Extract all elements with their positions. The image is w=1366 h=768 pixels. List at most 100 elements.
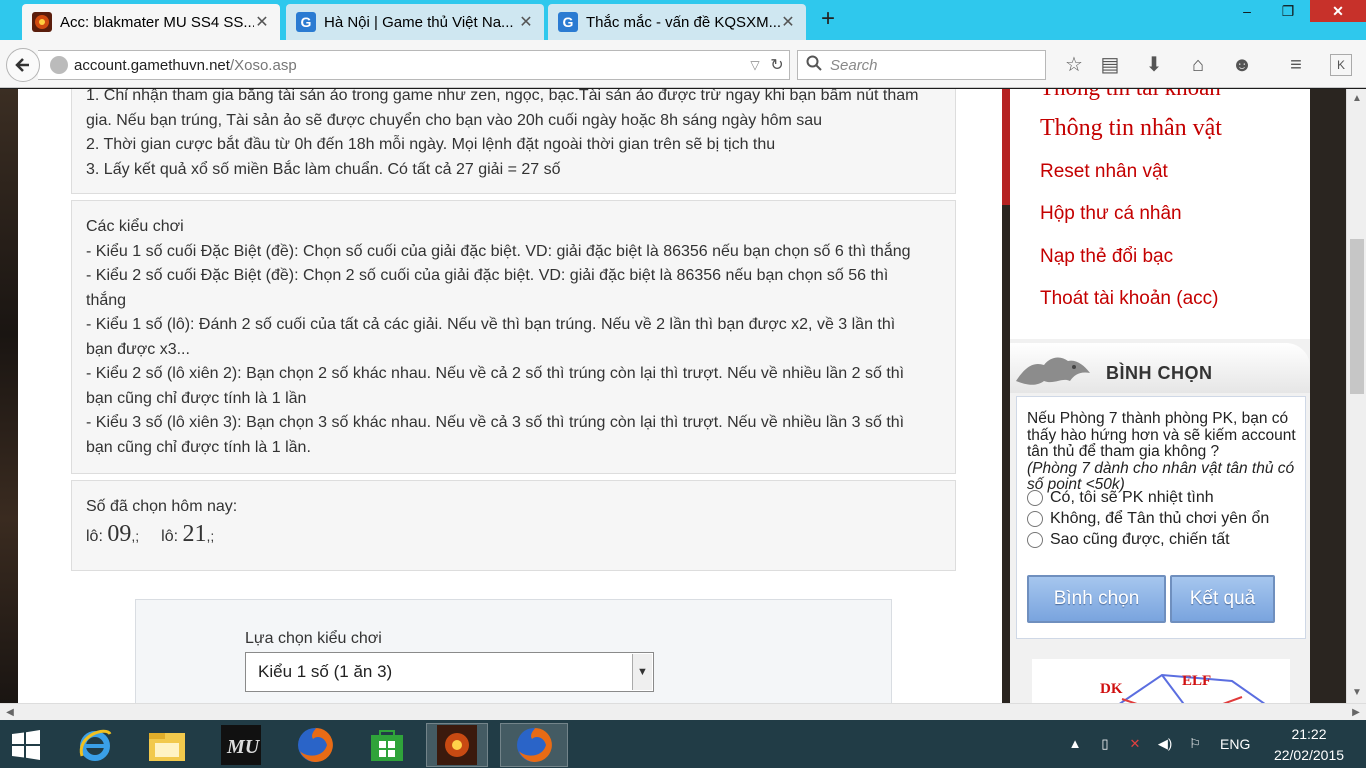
radio-button[interactable]	[1027, 511, 1043, 527]
reading-list-icon[interactable]: ▤	[1096, 52, 1124, 78]
poll-note: (Phòng 7 dành cho nhân vật tân thủ có số…	[1027, 459, 1295, 493]
addon-k-icon[interactable]: K	[1330, 54, 1352, 76]
poll-panel: BÌNH CHỌN Nếu Phòng 7 thành phòng PK, bạ…	[1010, 339, 1310, 703]
poll-option-yes[interactable]: Có, tôi sẽ PK nhiệt tình	[1027, 489, 1214, 507]
scroll-left-icon[interactable]: ◀	[0, 704, 20, 721]
radio-button[interactable]	[1027, 490, 1043, 506]
radio-button[interactable]	[1027, 532, 1043, 548]
right-sidebar: Thông tin tài khoản Thông tin nhân vật R…	[1002, 89, 1346, 703]
input-language[interactable]: ENG	[1220, 736, 1250, 752]
play-type-line: bạn cũng chỉ được tính là 1 lần	[86, 389, 307, 407]
url-history-dropdown-icon[interactable]: ▽	[745, 58, 765, 72]
search-icon	[802, 55, 826, 75]
horizontal-scrollbar[interactable]: ◀ ▶	[0, 703, 1366, 720]
system-tray: ▲ ▯ ✕ ◀) ⚐ ENG 21:22 22/02/2015	[1060, 720, 1366, 768]
tab-close-icon[interactable]: ✕	[254, 12, 270, 32]
tab-blakmater[interactable]: Acc: blakmater MU SS4 SS... ✕	[22, 4, 280, 40]
poll-option-no[interactable]: Không, để Tân thủ chơi yên ổn	[1027, 510, 1269, 528]
dragon-icon	[1016, 357, 1090, 385]
poll-option-any[interactable]: Sao cũng được, chiến tất	[1027, 531, 1230, 549]
chevron-down-icon[interactable]: ▼	[632, 654, 652, 690]
internet-explorer-icon[interactable]	[64, 723, 126, 767]
new-tab-button[interactable]: +	[814, 6, 842, 34]
menu-item-logout[interactable]: Thoát tài khoản (acc)	[1040, 288, 1218, 310]
mu-launcher-icon[interactable]	[426, 723, 488, 767]
poll-box: Nếu Phòng 7 thành phòng PK, bạn có thấy …	[1016, 396, 1306, 639]
maximize-button[interactable]: ❐	[1266, 0, 1310, 22]
play-type-select[interactable]: Kiểu 1 số (1 ăn 3) ▼	[245, 652, 654, 692]
menu-item-mailbox[interactable]: Hộp thư cá nhân	[1040, 203, 1182, 225]
action-center-icon[interactable]: ⚐	[1184, 734, 1206, 754]
search-box[interactable]: Search	[797, 50, 1046, 80]
clock-time[interactable]: 21:22	[1274, 726, 1344, 742]
back-button[interactable]	[6, 48, 40, 82]
file-explorer-icon[interactable]	[136, 723, 198, 767]
play-types-heading: Các kiểu chơi	[86, 218, 184, 235]
account-menu: Thông tin tài khoản Thông tin nhân vật R…	[1010, 89, 1310, 339]
picked-number: 09	[107, 520, 132, 547]
tab-hanoi[interactable]: G Hà Nội | Game thủ Việt Na... ✕	[286, 4, 544, 40]
rules-line: 3. Lấy kết quả xổ số miền Bắc làm chuẩn.…	[86, 160, 561, 178]
windows-taskbar: MU ▲ ▯ ✕ ◀) ⚐ ENG 21:22 22/02/2015	[0, 720, 1366, 768]
play-type-line: thắng	[86, 291, 127, 309]
scroll-up-icon[interactable]: ▲	[1347, 89, 1366, 109]
play-type-label: Lựa chọn kiểu chơi	[245, 630, 382, 647]
poll-header: BÌNH CHỌN	[1010, 343, 1310, 393]
menu-item-account-info[interactable]: Thông tin tài khoản	[1040, 89, 1221, 101]
navigation-toolbar: account.gamethuvn.net/Xoso.asp ▽ ↻ Searc…	[0, 40, 1366, 88]
scroll-right-icon[interactable]: ▶	[1346, 704, 1366, 721]
picked-heading: Số đã chọn hôm nay:	[86, 498, 238, 515]
bet-form: Lựa chọn kiểu chơi Kiểu 1 số (1 ăn 3) ▼	[135, 599, 892, 703]
tab-close-icon[interactable]: ✕	[518, 12, 534, 32]
menu-item-reset-character[interactable]: Reset nhân vật	[1040, 161, 1168, 183]
play-type-line: - Kiểu 2 số cuối Đặc Biệt (đề): Chọn 2 s…	[86, 267, 889, 284]
vertical-scrollbar[interactable]: ▲ ▼	[1346, 89, 1366, 703]
volume-icon[interactable]: ◀)	[1154, 734, 1176, 754]
site-identity-icon[interactable]	[50, 56, 68, 74]
poll-question: Nếu Phòng 7 thành phòng PK, bạn có thấy …	[1027, 410, 1296, 493]
menu-item-character-info[interactable]: Thông tin nhân vật	[1040, 115, 1222, 142]
windows-store-icon[interactable]	[356, 723, 418, 767]
tab-close-icon[interactable]: ✕	[780, 12, 796, 32]
firefox-active-icon[interactable]	[500, 723, 568, 767]
mu-online-app-icon[interactable]: MU	[210, 723, 272, 767]
scroll-down-icon[interactable]: ▼	[1347, 683, 1366, 703]
gamethuvn-favicon-icon: G	[296, 12, 316, 32]
reload-icon[interactable]: ↻	[765, 55, 789, 75]
url-bar[interactable]: account.gamethuvn.net/Xoso.asp ▽ ↻	[38, 50, 790, 80]
map-label-dk: DK	[1100, 681, 1123, 697]
background-artwork	[0, 89, 18, 703]
play-type-line: - Kiểu 3 số (lô xiên 3): Bạn chọn 3 số k…	[86, 414, 905, 431]
browser-titlebar: Acc: blakmater MU SS4 SS... ✕ G Hà Nội |…	[0, 0, 1366, 40]
play-type-selected: Kiểu 1 số (1 ăn 3)	[258, 662, 393, 681]
results-button[interactable]: Kết quả	[1170, 575, 1275, 623]
downloads-icon[interactable]: ⬇	[1140, 52, 1168, 78]
clock-date[interactable]: 22/02/2015	[1262, 747, 1356, 763]
menu-hamburger-icon[interactable]: ≡	[1282, 52, 1310, 78]
play-type-line: - Kiểu 1 số cuối Đặc Biệt (đề): Chọn số …	[86, 242, 911, 260]
vote-button[interactable]: Bình chọn	[1027, 575, 1166, 623]
menu-item-topup[interactable]: Nạp thẻ đổi bạc	[1040, 246, 1173, 268]
bookmark-star-icon[interactable]: ☆	[1060, 52, 1088, 78]
tab-thac-mac[interactable]: G Thắc mắc - vấn đề KQSXM... ✕	[548, 4, 806, 40]
rules-line: gia. Nếu bạn trúng, Tài sản ảo sẽ được c…	[86, 111, 823, 129]
minimize-button[interactable]: –	[1230, 0, 1264, 22]
gamethuvn-favicon-icon: G	[558, 12, 578, 32]
play-type-line: bạn cũng chỉ được tính là 1 lần.	[86, 438, 311, 456]
play-types-box: Các kiểu chơi - Kiểu 1 số cuối Đặc Biệt …	[71, 200, 956, 474]
map-label-elf: ELF	[1182, 673, 1211, 689]
hello-chat-icon[interactable]: ☻	[1228, 52, 1256, 78]
rules-box: 1. Chỉ nhận tham gia bằng tài sản ảo tro…	[71, 89, 956, 194]
tab-title: Hà Nội | Game thủ Việt Na...	[324, 13, 514, 31]
firefox-icon[interactable]	[284, 723, 346, 767]
battery-icon[interactable]: ▯	[1094, 734, 1116, 754]
windows-start-icon[interactable]	[8, 728, 46, 762]
network-error-icon[interactable]: ✕	[1124, 734, 1146, 754]
web-page: 1. Chỉ nhận tham gia bằng tài sản ảo tro…	[0, 89, 1346, 703]
show-hidden-icons-icon[interactable]: ▲	[1064, 734, 1086, 754]
url-host: account.gamethuvn.net	[74, 56, 230, 74]
close-window-button[interactable]: ✕	[1310, 0, 1366, 22]
scrollbar-thumb[interactable]	[1350, 239, 1364, 394]
url-text[interactable]: account.gamethuvn.net/Xoso.asp	[74, 57, 745, 74]
home-icon[interactable]: ⌂	[1184, 52, 1212, 78]
